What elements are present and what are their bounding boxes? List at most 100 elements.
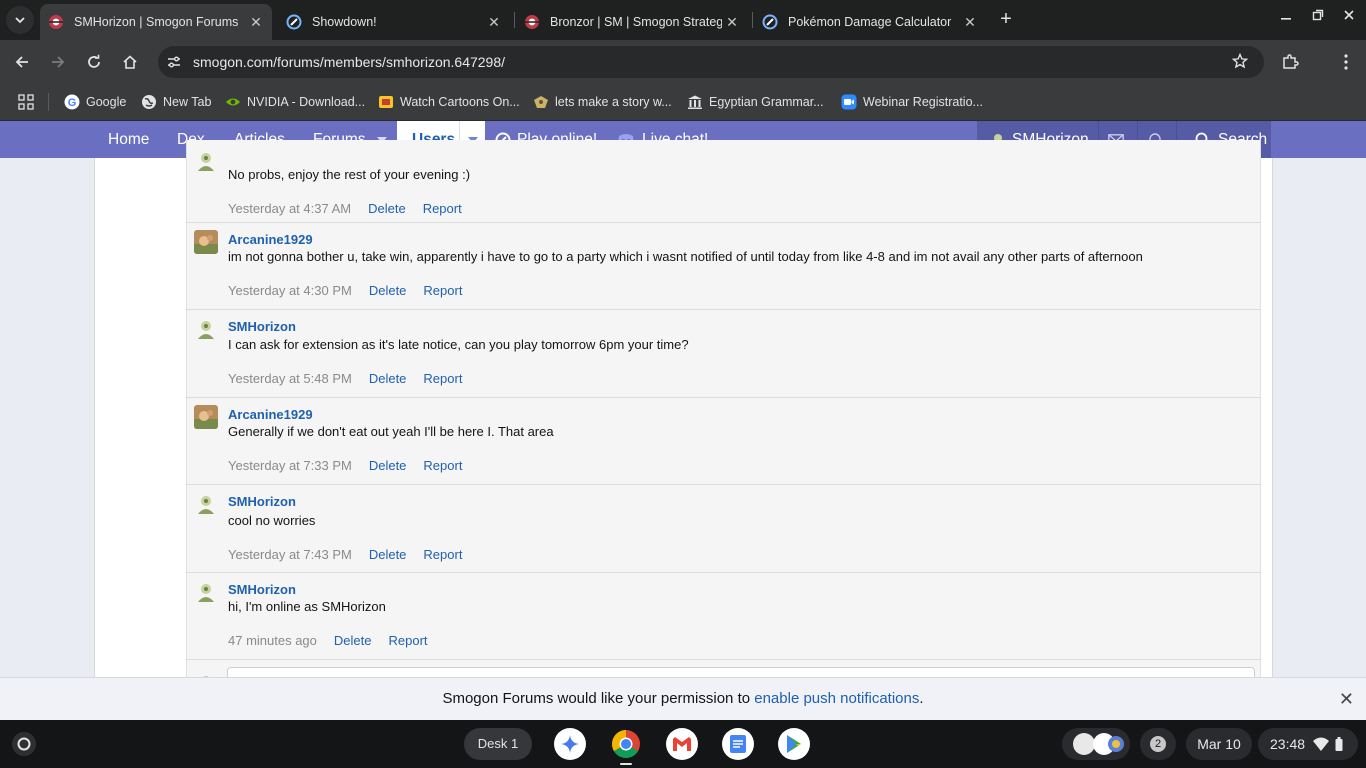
tab-separator <box>752 12 753 28</box>
comment-text: cool no worries <box>228 513 316 528</box>
minimize-button[interactable] <box>1276 8 1296 24</box>
notification-center-button[interactable]: 2 <box>1140 728 1176 760</box>
avatar[interactable] <box>194 317 218 341</box>
extensions-button[interactable] <box>1278 50 1302 74</box>
address-bar[interactable]: smogon.com/forums/members/smhorizon.6472… <box>158 46 1264 78</box>
profile-comment: SMHorizon I can ask for extension as it'… <box>186 310 1261 398</box>
holding-space-tray[interactable] <box>1062 728 1130 760</box>
desk-switcher[interactable]: Desk 1 <box>464 728 532 760</box>
restore-button[interactable] <box>1308 8 1328 24</box>
tab-close-icon[interactable]: ✕ <box>960 14 980 31</box>
wifi-icon <box>1313 737 1330 751</box>
profile-comment: Arcanine1929 Generally if we don't eat o… <box>186 398 1261 485</box>
comment-author[interactable]: Arcanine1929 <box>228 232 313 247</box>
back-button[interactable] <box>10 50 34 74</box>
apps-button[interactable] <box>18 92 40 112</box>
tab-smhorizon[interactable]: SMHorizon | Smogon Forums ✕ <box>40 4 272 40</box>
comment-time[interactable]: Yesterday at 4:37 AM <box>228 201 351 216</box>
battery-icon <box>1335 737 1343 751</box>
comment-time[interactable]: Yesterday at 7:33 PM <box>228 458 352 473</box>
comment-time[interactable]: Yesterday at 7:43 PM <box>228 547 352 562</box>
url-text: smogon.com/forums/members/smhorizon.6472… <box>193 54 506 70</box>
bookmark-nvidia[interactable]: NVIDIA - Download... <box>225 92 365 112</box>
comment-text: im not gonna bother u, take win, apparen… <box>228 249 1143 264</box>
google-icon: G <box>64 94 80 110</box>
bookmark-label: Webinar Registratio... <box>863 95 983 109</box>
delete-link[interactable]: Delete <box>369 371 407 386</box>
profile-comment: No probs, enjoy the rest of your evening… <box>186 140 1261 223</box>
bookmarks-bar: G Google New Tab NVIDIA - Download... Wa… <box>0 84 1366 121</box>
tab-close-icon[interactable]: ✕ <box>722 14 742 31</box>
bookmark-webinar[interactable]: Webinar Registratio... <box>841 92 983 112</box>
report-link[interactable]: Report <box>423 283 462 298</box>
comment-time[interactable]: 47 minutes ago <box>228 633 317 648</box>
delete-link[interactable]: Delete <box>334 633 372 648</box>
enable-push-link[interactable]: enable push notifications <box>754 690 919 707</box>
home-button[interactable] <box>118 50 142 74</box>
page-right-gutter <box>1261 158 1273 678</box>
smogon-favicon-icon <box>48 14 64 30</box>
reload-button[interactable] <box>82 50 106 74</box>
comment-author[interactable]: SMHorizon <box>228 319 296 334</box>
new-tab-button[interactable]: + <box>996 8 1016 30</box>
smogon-favicon-icon <box>524 14 540 30</box>
gmail-app-icon[interactable] <box>666 728 698 760</box>
avatar[interactable] <box>194 149 218 173</box>
forward-button[interactable] <box>46 50 70 74</box>
showdown-favicon-icon <box>286 14 302 30</box>
showdown-favicon-icon <box>762 14 778 30</box>
avatar[interactable] <box>194 492 218 516</box>
gemini-app-icon[interactable] <box>554 728 586 760</box>
bookmark-label: New Tab <box>163 95 212 109</box>
status-tray[interactable]: 23:48 <box>1258 728 1358 760</box>
tab-title: Showdown! <box>312 15 377 29</box>
date-tray[interactable]: Mar 10 <box>1186 728 1252 760</box>
comment-author[interactable]: SMHorizon <box>228 494 296 509</box>
delete-link[interactable]: Delete <box>369 458 407 473</box>
tab-close-icon[interactable]: ✕ <box>484 14 504 31</box>
comment-time[interactable]: Yesterday at 4:30 PM <box>228 283 352 298</box>
comment-meta: 47 minutes ago Delete Report <box>228 633 445 648</box>
launcher-button[interactable] <box>12 732 36 756</box>
tab-search-button[interactable] <box>6 6 34 34</box>
bookmark-google[interactable]: G Google <box>64 92 126 112</box>
tab-title: Pokémon Damage Calculator <box>788 15 952 29</box>
comment-text: No probs, enjoy the rest of your evening… <box>228 167 471 182</box>
report-link[interactable]: Report <box>423 547 462 562</box>
delete-link[interactable]: Delete <box>369 547 407 562</box>
close-icon[interactable]: ✕ <box>1339 678 1354 720</box>
avatar[interactable] <box>194 405 218 429</box>
docs-app-icon[interactable] <box>722 728 754 760</box>
tab-separator <box>514 12 515 28</box>
comment-meta: Yesterday at 4:30 PM Delete Report <box>228 283 479 298</box>
avatar[interactable] <box>194 580 218 604</box>
bookmark-cartoons[interactable]: Watch Cartoons On... <box>378 92 520 112</box>
comment-author[interactable]: Arcanine1929 <box>228 407 313 422</box>
bookmark-star-icon[interactable] <box>1231 52 1249 72</box>
cartoon-icon <box>378 94 394 110</box>
site-info-icon[interactable] <box>164 52 184 72</box>
report-link[interactable]: Report <box>423 201 462 216</box>
report-link[interactable]: Report <box>423 371 462 386</box>
bookmark-new-tab[interactable]: New Tab <box>141 92 211 112</box>
bookmark-story[interactable]: lets make a story w... <box>533 92 672 112</box>
tab-showdown[interactable]: Showdown! ✕ <box>278 4 510 40</box>
chrome-app-icon[interactable] <box>610 728 642 760</box>
back-arrow-icon <box>15 56 28 68</box>
report-link[interactable]: Report <box>388 633 427 648</box>
avatar[interactable] <box>194 230 218 254</box>
tab-bronzor[interactable]: Bronzor | SM | Smogon Strateg ✕ <box>516 4 748 40</box>
nav-home[interactable]: Home <box>108 121 149 158</box>
bookmarks-divider <box>48 93 49 111</box>
comment-author[interactable]: SMHorizon <box>228 582 296 597</box>
menu-button[interactable] <box>1334 50 1358 74</box>
delete-link[interactable]: Delete <box>368 201 406 216</box>
bookmark-egyptian[interactable]: Egyptian Grammar... <box>687 92 824 112</box>
play-store-app-icon[interactable] <box>778 728 810 760</box>
report-link[interactable]: Report <box>423 458 462 473</box>
comment-time[interactable]: Yesterday at 5:48 PM <box>228 371 352 386</box>
close-window-button[interactable] <box>1339 8 1359 24</box>
tab-close-icon[interactable]: ✕ <box>246 14 266 31</box>
delete-link[interactable]: Delete <box>369 283 407 298</box>
tab-damage-calc[interactable]: Pokémon Damage Calculator ✕ <box>754 4 986 40</box>
